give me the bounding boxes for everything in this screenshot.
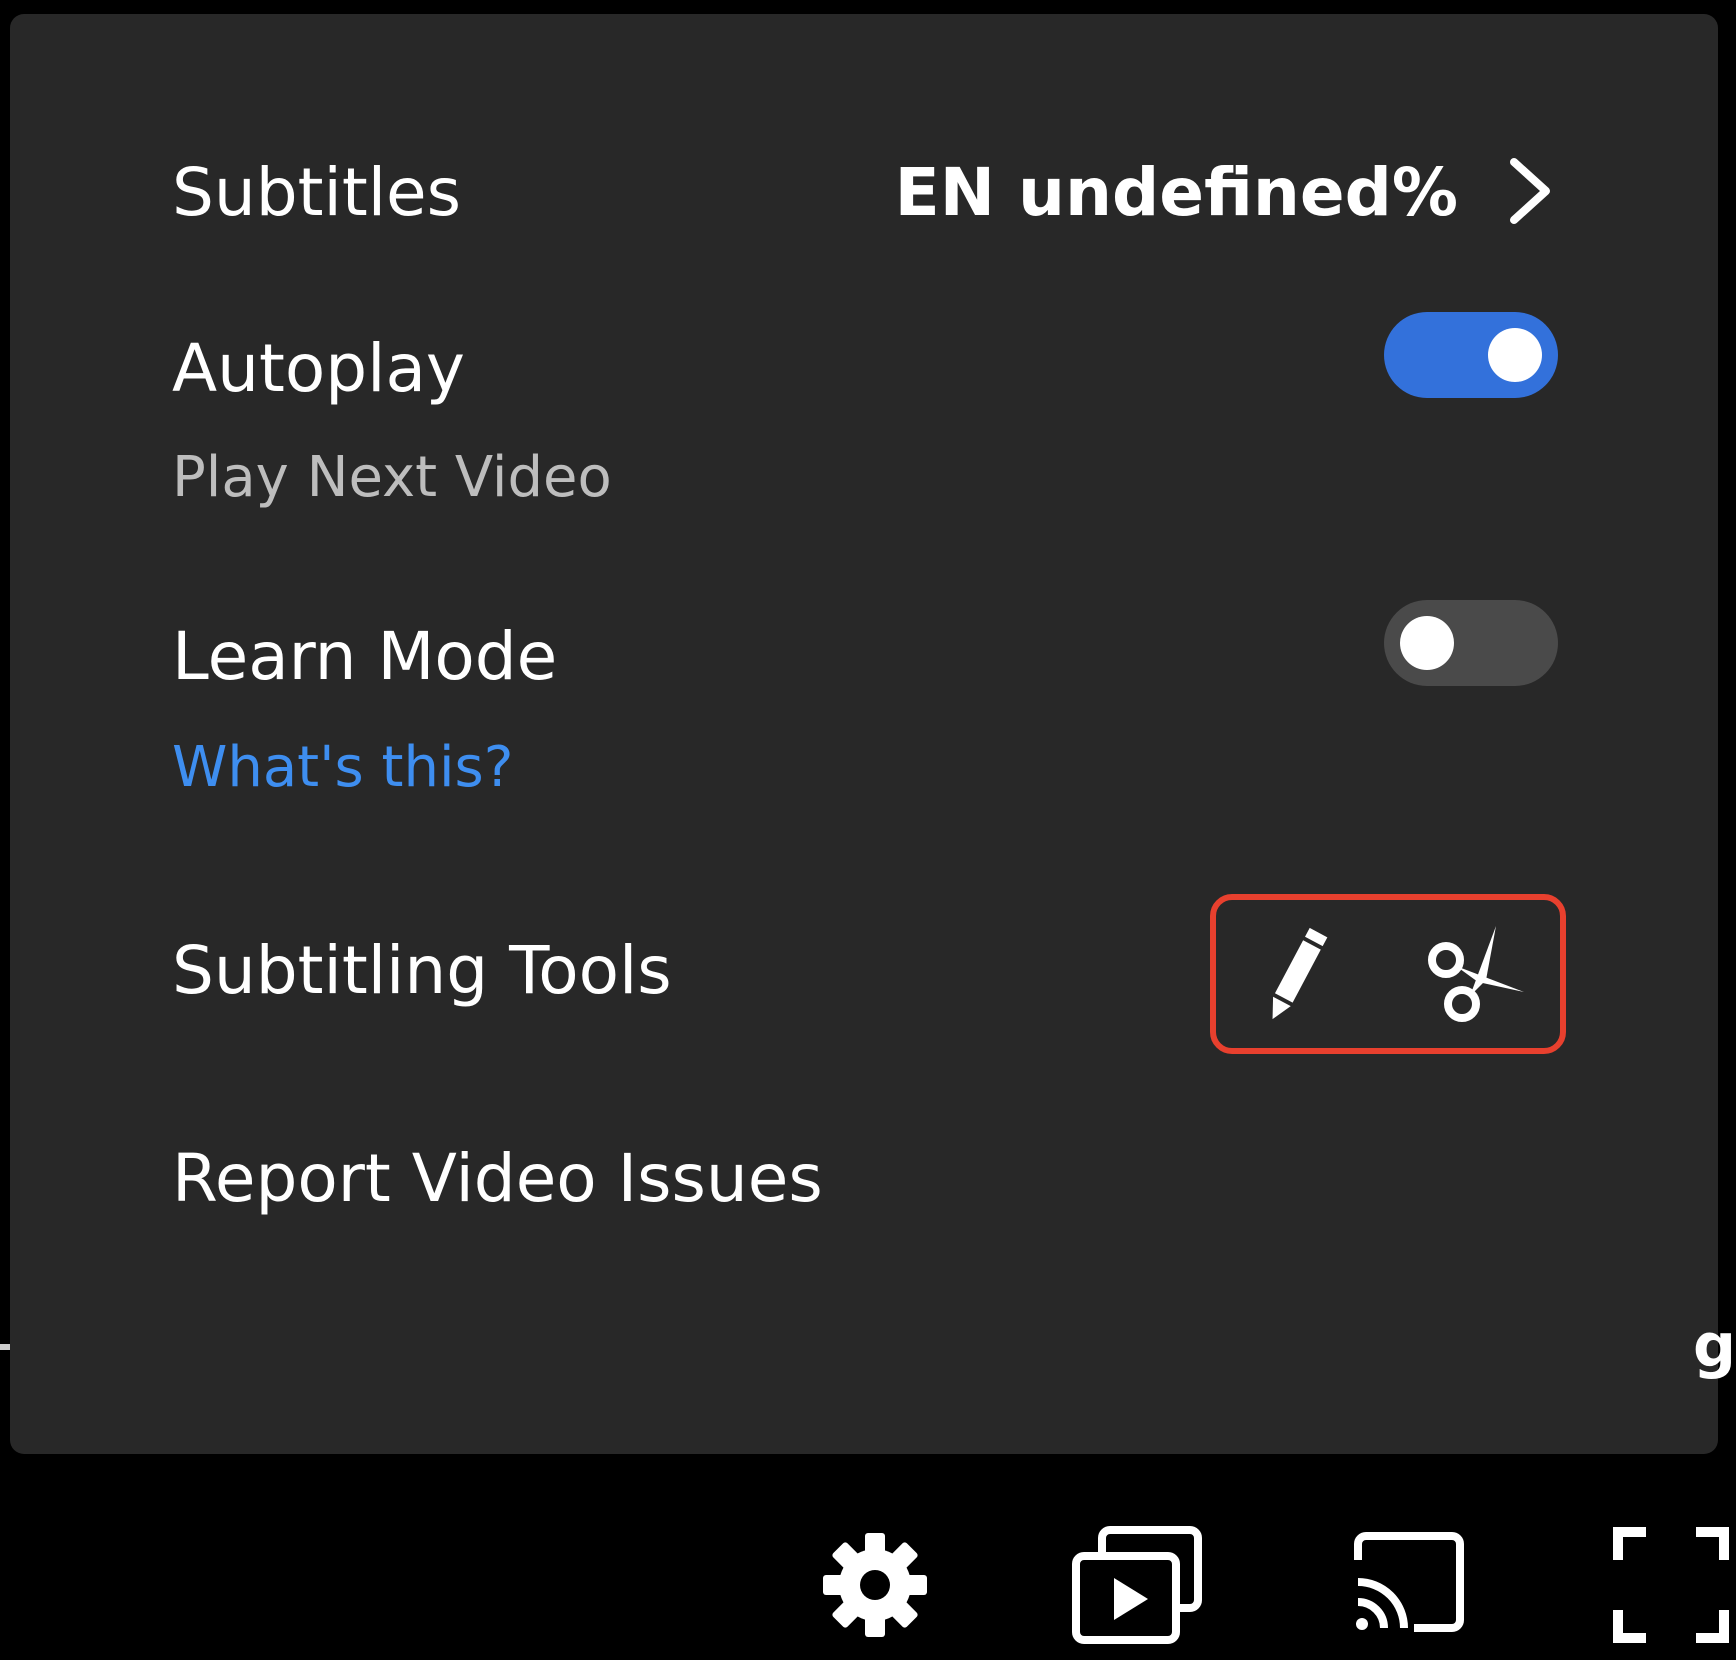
playlist-icon[interactable] [1068, 1520, 1208, 1650]
settings-menu-panel: Subtitles EN undefined% Autoplay Play Ne… [10, 14, 1718, 1454]
autoplay-description: Play Next Video [172, 445, 612, 510]
subtitles-label: Subtitles [172, 154, 462, 231]
subtitling-tools-label: Subtitling Tools [172, 932, 672, 1009]
progress-track-edge [0, 1344, 10, 1350]
subtitles-value: EN undefined% [894, 154, 1458, 231]
autoplay-label: Autoplay [172, 330, 465, 407]
fullscreen-icon[interactable] [1606, 1520, 1736, 1650]
subtitling-tools-group [1210, 894, 1566, 1054]
edge-glyph: g [1693, 1311, 1736, 1381]
learn-mode-toggle[interactable] [1384, 600, 1558, 686]
cast-icon[interactable] [1344, 1520, 1474, 1650]
chevron-right-icon [1510, 158, 1550, 224]
toggle-knob [1488, 328, 1542, 382]
report-video-issues-link[interactable]: Report Video Issues [172, 1146, 823, 1212]
learn-mode-label: Learn Mode [172, 618, 558, 695]
gear-icon[interactable] [810, 1520, 940, 1650]
video-player-page: { "settings_menu": { "subtitles": { "lab… [0, 0, 1736, 1660]
autoplay-toggle[interactable] [1384, 312, 1558, 398]
toggle-knob [1400, 616, 1454, 670]
pencil-icon[interactable] [1236, 920, 1356, 1030]
scissors-icon[interactable] [1416, 920, 1536, 1030]
whats-this-link[interactable]: What's this? [172, 740, 513, 796]
